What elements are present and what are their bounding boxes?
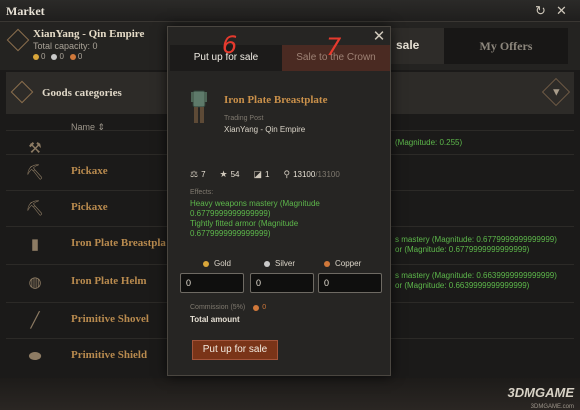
effect-line: Tightly fitted armor (Magnitude: [190, 219, 299, 228]
item-stats: ⚖ 7 ★ 54 ◪ 1 ⚲ 13100/13100: [190, 169, 354, 180]
tab-my-offers[interactable]: My Offers: [444, 28, 568, 64]
silver-label: Silver: [264, 259, 295, 268]
item-name: Primitive Shield: [71, 349, 148, 361]
effects-label: Effects:: [190, 189, 214, 196]
pickaxe-icon: ⛏: [25, 164, 45, 181]
commission-value: 0: [262, 304, 267, 311]
weight-icon: ⚖: [190, 169, 199, 179]
trading-post-label: Trading Post: [224, 115, 264, 122]
silver-coin-icon: [51, 53, 58, 60]
star-icon: ★: [219, 169, 228, 179]
tab-sale[interactable]: sale: [390, 28, 444, 64]
close-dialog-button[interactable]: ✕: [372, 27, 386, 45]
shovel-icon: ╱: [30, 312, 40, 329]
bottom-decoration: [0, 378, 580, 410]
item-effects: s mastery (Magnitude: 0.6639999999999999…: [395, 271, 557, 280]
item-effects: or (Magnitude: 0.6639999999999999): [395, 281, 530, 290]
refresh-icon[interactable]: ↻: [535, 3, 546, 19]
gold-input[interactable]: 0: [180, 273, 244, 293]
effect-line: 0.6779999999999999): [190, 229, 271, 238]
shield-icon: ⬬: [28, 347, 42, 365]
commission-row: Commission (5%) 0: [190, 304, 266, 311]
breastplate-icon: ▮: [30, 236, 40, 253]
trading-post-name: XianYang - Qin Empire: [33, 28, 145, 40]
sell-dialog: Put up for sale Sale to the Crown 6 7 ✕ …: [167, 26, 391, 376]
rating-value: 54: [230, 170, 240, 179]
item-name: Pickaxe: [71, 165, 108, 177]
silver-coin-icon: [264, 260, 270, 267]
item-name: Iron Plate Helm: [71, 275, 147, 287]
total-amount-label: Total amount: [190, 315, 240, 324]
copper-label: Copper: [324, 259, 361, 268]
coin-balance: 0 0 0: [33, 52, 82, 61]
commission-label: Commission (5%): [190, 304, 246, 311]
trading-post-icon: [6, 28, 30, 52]
window-titlebar: Market ↻ ✕: [0, 0, 580, 22]
gold-coin-icon: [203, 260, 209, 267]
copper-balance: 0: [77, 52, 83, 61]
effect-line: 0.6779999999999999): [190, 209, 271, 218]
total-capacity: Total capacity: 0: [33, 41, 98, 51]
quantity-icon: ◪: [253, 169, 263, 179]
gold-label-text: Gold: [214, 259, 231, 268]
annotation-6: 6: [222, 31, 238, 59]
annotation-7: 7: [326, 33, 342, 61]
item-name: Primitive Shovel: [71, 313, 149, 325]
rating-stat: ★ 54: [220, 169, 240, 180]
watermark-logo: 3DMGAME: [507, 385, 574, 400]
silver-label-text: Silver: [275, 259, 296, 268]
gold-label: Gold: [203, 259, 231, 268]
item-effects: (Magnitude: 0.255): [395, 138, 463, 147]
pickaxe-icon: ⛏: [25, 200, 45, 217]
durability-value: 13100: [293, 170, 316, 179]
categories-icon: [10, 80, 34, 104]
watermark-url: 3DMGAME.com: [530, 404, 574, 410]
breastplate-icon: [191, 90, 207, 123]
copper-input[interactable]: 0: [318, 273, 382, 293]
count-value: 1: [265, 170, 270, 179]
close-window-button[interactable]: ✕: [556, 3, 567, 19]
durability-max: /13100: [315, 170, 340, 179]
item-effects: or (Magnitude: 0.6779999999999999): [395, 245, 530, 254]
silver-balance: 0: [59, 52, 64, 61]
copper-coin-icon: [253, 304, 260, 311]
window-title: Market: [6, 4, 45, 18]
copper-coin-icon: [324, 260, 330, 267]
gold-balance: 0: [41, 52, 46, 61]
durability-stat: ⚲ 13100/13100: [283, 169, 339, 180]
copper-coin-icon: [69, 53, 76, 60]
weight-value: 7: [201, 170, 206, 179]
count-stat: ◪ 1: [254, 169, 270, 180]
silver-input[interactable]: 0: [250, 273, 314, 293]
copper-label-text: Copper: [335, 259, 362, 268]
helm-icon: ◍: [28, 274, 42, 291]
item-name: Pickaxe: [71, 201, 108, 213]
item-effects: s mastery (Magnitude: 0.6779999999999999…: [395, 235, 557, 244]
gold-coin-icon: [33, 53, 39, 60]
filter-icon[interactable]: ▼: [541, 77, 571, 107]
put-up-for-sale-button[interactable]: Put up for sale: [192, 340, 278, 360]
item-title: Iron Plate Breastplate: [224, 94, 328, 106]
durability-icon: ⚲: [283, 169, 291, 179]
weight-stat: ⚖ 7: [190, 169, 206, 180]
trading-post-value: XianYang - Qin Empire: [224, 125, 306, 134]
goods-categories-label: Goods categories: [42, 87, 122, 99]
effect-line: Heavy weapons mastery (Magnitude: [190, 199, 320, 208]
item-name: Iron Plate Breastpla: [71, 237, 166, 249]
